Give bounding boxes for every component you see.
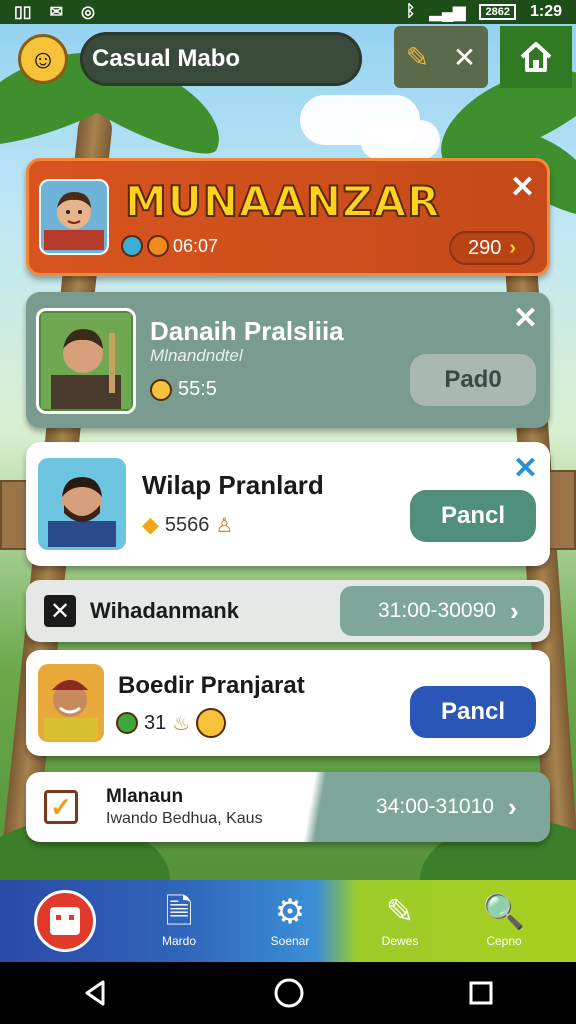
player-stat-value: 31 <box>144 711 167 734</box>
list-row[interactable]: ✓ Mlanaun Iwando Bedhua, Kaus 34:00-3101… <box>26 772 550 842</box>
status-bar: ▯▯ ✉ ◎ ᛒ ▂▄▆ 2862 1:29 <box>0 0 576 24</box>
coin-icon <box>150 378 172 401</box>
row-range-button[interactable]: 34:00-31010 › <box>366 784 544 830</box>
nav-label: Cepno <box>486 934 522 948</box>
player-subtitle: Mlnandndtel <box>150 346 243 365</box>
bottom-nav: 🗎 Mardo ⚙ Soenar ✎ Dewes 🔍 Cepno <box>0 880 576 962</box>
robot-icon <box>34 890 96 952</box>
featured-score: 290 <box>467 236 502 259</box>
diamond-icon: ◆ <box>142 512 159 537</box>
nav-item-soenar[interactable]: ⚙ Soenar <box>252 880 328 962</box>
edit-pencil-icon[interactable]: ✎ <box>406 41 429 74</box>
close-icon[interactable]: ✕ <box>453 41 476 74</box>
featured-time: 06:07 <box>173 235 219 256</box>
home-button[interactable] <box>500 26 572 88</box>
featured-meta: 06:07 <box>121 235 218 257</box>
avatar-man-icon <box>44 192 104 250</box>
app-logo-icon[interactable]: ☺ <box>18 34 68 84</box>
avatar-cartoon-icon <box>44 680 98 740</box>
avatar-man-icon <box>48 477 116 547</box>
player-card[interactable]: Boedir Pranjarat 31 ♨ Pancl <box>26 650 550 756</box>
app-title: Casual Mabo <box>80 32 362 86</box>
row-subtitle: Iwando Bedhua, Kaus <box>106 810 263 827</box>
home-circle-icon[interactable] <box>272 976 306 1010</box>
player-action-button[interactable]: Pancl <box>410 686 536 738</box>
recents-icon[interactable] <box>467 979 495 1007</box>
system-navigation-bar <box>0 962 576 1024</box>
nav-item-cepno[interactable]: 🔍 Cepno <box>466 880 542 962</box>
player-name: Wilap Pranlard <box>142 470 324 500</box>
coin-icon <box>147 235 169 257</box>
cloud <box>360 120 440 160</box>
featured-avatar <box>39 179 109 255</box>
player-action-button[interactable]: Pad0 <box>410 354 536 406</box>
checkbox-icon[interactable]: ✕ <box>44 595 76 627</box>
close-icon[interactable]: ✕ <box>513 304 538 334</box>
bluetooth-icon: ᛒ <box>405 3 416 20</box>
edit-circle-icon: ✎ <box>385 893 415 931</box>
row-title: Mlanaun <box>106 786 184 807</box>
top-app-bar: ☺ Casual Mabo ✎ ✕ <box>0 24 576 94</box>
document-icon: 🗎 <box>165 893 193 931</box>
nav-label: Dewes <box>381 934 419 948</box>
chevron-right-icon: › <box>509 236 517 259</box>
list-row[interactable]: ✕ Wihadanmank 31:00-30090 › <box>26 580 550 642</box>
player-stat-value: 5566 <box>164 513 210 536</box>
chevron-right-icon: › <box>507 791 517 822</box>
gem-icon <box>121 235 143 257</box>
home-icon <box>520 42 552 72</box>
chevron-right-icon: › <box>509 595 519 626</box>
camera-icon: ⚙ <box>274 893 306 931</box>
nav-item-dewes[interactable]: ✎ Dewes <box>362 880 438 962</box>
player-avatar <box>38 664 104 742</box>
signal-icon: ▂▄▆ <box>429 4 466 21</box>
trophy-icon: ♙ <box>215 514 234 537</box>
player-stat-value: 55:5 <box>178 378 217 400</box>
row-range-button[interactable]: 31:00-30090 › <box>340 586 544 636</box>
row-title: Wihadanmank <box>90 598 239 623</box>
search-icon: 🔍 <box>482 893 526 931</box>
close-icon[interactable]: ✕ <box>510 173 535 203</box>
close-icon[interactable]: ✕ <box>513 454 538 484</box>
featured-player-card[interactable]: MUNAANZAR 06:07 ✕ 290 › <box>26 158 550 276</box>
clock: 1:29 <box>529 3 562 20</box>
featured-player-name: MUNAANZAR <box>124 176 441 227</box>
back-icon[interactable] <box>81 978 111 1008</box>
checkbox-checked-icon[interactable]: ✓ <box>44 790 78 824</box>
featured-score-button[interactable]: 290 › <box>449 231 535 265</box>
player-avatar <box>36 308 136 414</box>
sync-icon: ◎ <box>81 4 95 21</box>
flame-icon: ♨ <box>172 712 191 735</box>
top-actions: ✎ ✕ <box>394 26 488 88</box>
nav-item-home[interactable] <box>30 880 100 962</box>
battery-icon: 2862 <box>479 4 516 20</box>
nav-label: Mardo <box>161 934 196 948</box>
sim-icon: ▯▯ <box>14 4 32 21</box>
row-range: 31:00-30090 <box>378 599 496 622</box>
mail-icon: ✉ <box>49 4 64 21</box>
avatar-man-icon <box>41 313 131 409</box>
player-name: Danaih Pralsliia <box>150 316 344 346</box>
row-range: 34:00-31010 <box>376 795 494 818</box>
nav-label: Soenar <box>270 934 310 948</box>
check-coin-icon <box>116 712 138 734</box>
nav-item-mardo[interactable]: 🗎 Mardo <box>144 880 214 962</box>
fence <box>548 470 576 550</box>
player-avatar <box>38 458 126 550</box>
player-stat: 31 ♨ <box>116 708 227 738</box>
player-card[interactable]: Danaih Pralsliia Mlnandndtel 55:5 ✕ Pad0 <box>26 292 550 428</box>
player-stat: 55:5 <box>150 378 217 401</box>
player-action-button[interactable]: Pancl <box>410 490 536 542</box>
player-card[interactable]: Wilap Pranlard ◆ 5566 ♙ ✕ Pancl <box>26 442 550 566</box>
badge-icon <box>196 708 227 738</box>
player-name: Boedir Pranjarat <box>118 672 305 699</box>
player-stat: ◆ 5566 ♙ <box>142 512 233 538</box>
